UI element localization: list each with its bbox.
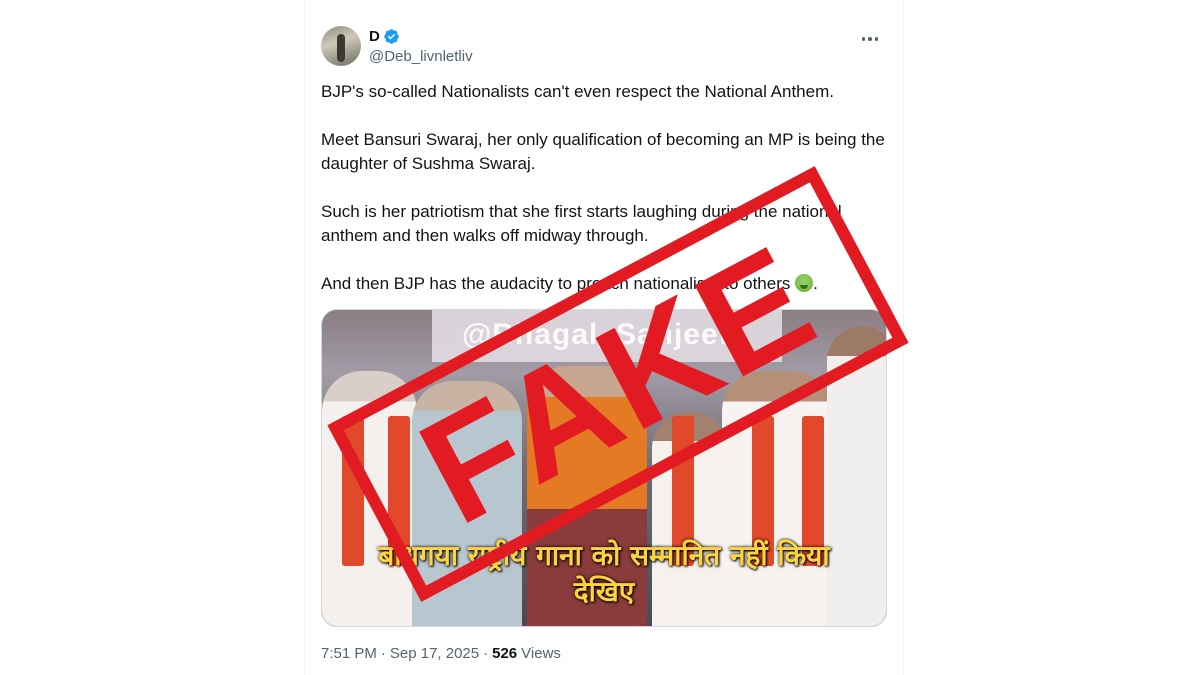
tweet-header: D @Deb_livnletliv [321,24,887,68]
author-block: D @Deb_livnletliv [369,26,473,66]
tweet-text: BJP's so-called Nationalists can't even … [321,80,887,296]
author-display-name[interactable]: D [369,28,380,45]
tweet-meta: 7:51 PM · Sep 17, 2025 · 526 Views [321,645,561,662]
tweet-paragraph-end: . [813,274,818,293]
author-handle[interactable]: @Deb_livnletliv [369,48,473,65]
tweet-paragraph-text: And then BJP has the audacity to preach … [321,274,791,293]
tweet-paragraph-last: And then BJP has the audacity to preach … [321,272,887,296]
video-caption-line-1: बोधगया राष्ट्रीय गाना को सम्मानित नहीं क… [378,539,830,572]
video-caption-line-2: देखिए [573,575,635,608]
avatar-figure [337,34,345,62]
avatar[interactable] [321,26,361,66]
meta-separator: · [380,645,386,662]
timeline-right-border [903,0,904,675]
views-label: Views [521,645,561,662]
meta-separator: · [483,645,489,662]
tweet-paragraph: BJP's so-called Nationalists can't even … [321,82,834,101]
verified-badge-icon [384,28,399,44]
more-options-icon[interactable] [853,28,887,50]
tweet-date[interactable]: Sep 17, 2025 [390,645,479,662]
tweet-paragraph: Meet Bansuri Swaraj, her only qualificat… [321,130,885,173]
tweet-card[interactable]: D @Deb_livnletliv BJP's so-called Nation… [305,0,903,675]
video-watermark: @Bhagal_Sanjeet [462,318,730,351]
tweet-time[interactable]: 7:51 PM [321,645,377,662]
tweet-paragraph: Such is her patriotism that she first st… [321,202,842,245]
nauseated-face-emoji-icon [795,274,814,292]
tweet-video[interactable]: @Bhagal_Sanjeet बोधगया राष्ट्रीय गाना को… [321,309,887,627]
name-line: D [369,26,473,46]
views-count: 526 [492,645,518,662]
